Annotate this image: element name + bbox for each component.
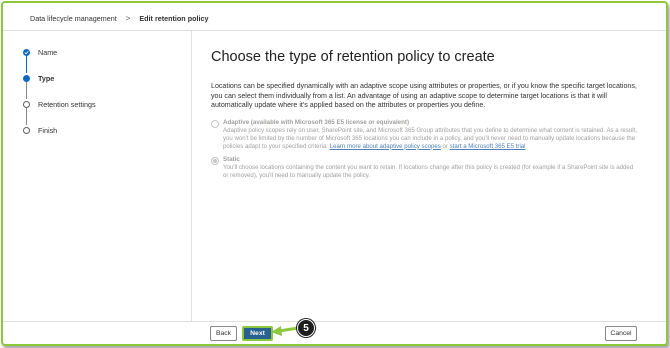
option-adaptive[interactable]: Adaptive (available with Microsoft 365 E…	[211, 119, 639, 151]
radio-static[interactable]	[211, 157, 219, 165]
breadcrumb-current: Edit retention policy	[139, 14, 209, 23]
option-static[interactable]: Static You'll choose locations containin…	[211, 156, 639, 180]
link-separator: or	[442, 142, 448, 150]
step-name[interactable]: Name	[23, 48, 57, 57]
back-button[interactable]: Back	[210, 326, 237, 341]
learn-more-link[interactable]: Learn more about adaptive policy scopes	[330, 143, 441, 150]
intro-text: Locations can be specified dynamically w…	[211, 82, 637, 110]
option-adaptive-title: Adaptive (available with Microsoft 365 E…	[223, 119, 410, 126]
step-label: Name	[38, 48, 58, 57]
step-connector	[26, 55, 27, 73]
breadcrumb-parent-link[interactable]: Data lifecycle management	[30, 14, 117, 23]
pending-step-icon	[23, 101, 30, 108]
step-retention-settings[interactable]: Retention settings	[23, 100, 96, 109]
page-title: Choose the type of retention policy to c…	[211, 49, 495, 65]
step-number-badge: 5	[297, 319, 315, 337]
step-finish[interactable]: Finish	[23, 126, 57, 135]
step-connector	[26, 107, 27, 125]
breadcrumb: Data lifecycle management > Edit retenti…	[30, 14, 208, 23]
checkmark-icon	[23, 49, 30, 56]
wizard-window: Data lifecycle management > Edit retenti…	[1, 1, 668, 346]
radio-adaptive[interactable]	[211, 120, 219, 128]
step-label: Type	[38, 74, 55, 83]
current-step-icon	[23, 75, 30, 82]
step-type[interactable]: Type	[23, 74, 54, 83]
step-label: Finish	[38, 126, 58, 135]
option-static-title: Static	[223, 156, 240, 163]
step-connector	[26, 81, 27, 99]
footer-divider	[3, 321, 666, 322]
option-static-description: You'll choose locations containing the c…	[223, 163, 634, 179]
cancel-button[interactable]: Cancel	[605, 326, 637, 341]
breadcrumb-separator: >	[125, 14, 131, 23]
pending-step-icon	[23, 127, 30, 134]
callout-arrow-icon	[271, 326, 299, 336]
step-label: Retention settings	[38, 100, 96, 109]
radio-selected-dot	[213, 159, 217, 163]
e5-trial-link[interactable]: start a Microsoft 365 E5 trial	[450, 143, 526, 150]
wizard-steps-sidebar: Name Type Retention settings Finish	[3, 31, 192, 322]
next-button[interactable]: Next	[242, 326, 273, 341]
